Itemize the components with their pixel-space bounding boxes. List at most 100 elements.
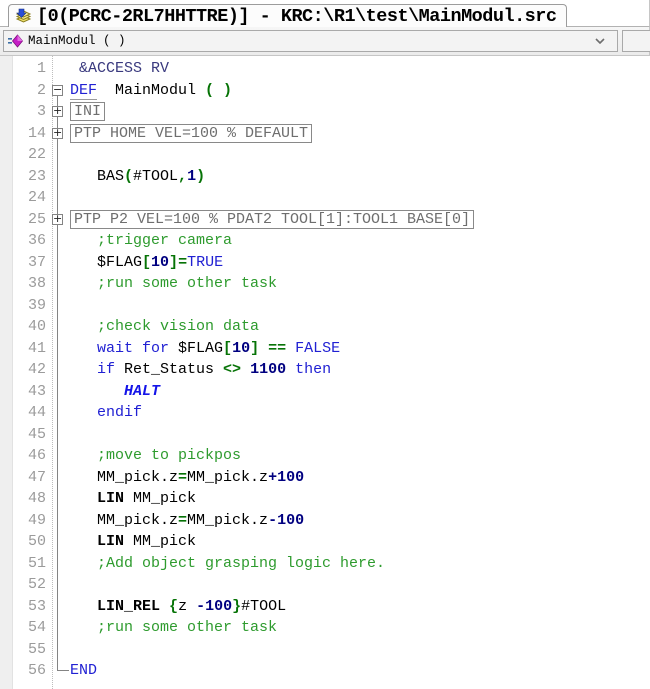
chevron-down-icon[interactable]: [595, 38, 605, 44]
line-number: 54: [27, 619, 46, 636]
code-line[interactable]: 24: [0, 187, 650, 209]
collapsed-fold-text[interactable]: PTP HOME VEL=100 % DEFAULT: [70, 123, 313, 143]
code-text: &ACCESS RV: [70, 60, 170, 77]
line-number: 22: [27, 146, 46, 163]
code-line[interactable]: 46 ;move to pickpos: [0, 445, 650, 467]
fold-margin-cell: [51, 595, 70, 617]
fold-margin-cell: [51, 402, 70, 424]
code-line[interactable]: 14 + PTP HOME VEL=100 % DEFAULT: [0, 122, 650, 144]
file-tab[interactable]: [0(PCRC-2RL7HHTTRE)] - KRC:\R1\test\Main…: [8, 4, 567, 27]
fold-expand-icon[interactable]: +: [52, 213, 63, 225]
code-line[interactable]: 54 ;run some other task: [0, 617, 650, 639]
code-line[interactable]: 48 LIN MM_pick: [0, 488, 650, 510]
code-line[interactable]: 44 endif: [0, 402, 650, 424]
line-number: 23: [27, 167, 46, 185]
line-number: 37: [27, 253, 46, 271]
fold-margin-cell: [51, 359, 70, 381]
code-text: LIN MM_pick: [97, 533, 197, 550]
line-number: 46: [27, 447, 46, 464]
line-number: 51: [27, 554, 46, 572]
code-text: PTP P2 VEL=100 % PDAT2 TOOL[1]:TOOL1 BAS…: [70, 209, 650, 231]
code-text: LIN MM_pick: [97, 490, 197, 507]
code-text: ;check vision data: [70, 318, 260, 335]
code-line[interactable]: 49 MM_pick.z=MM_pick.z-100: [0, 509, 650, 531]
code-line[interactable]: 23 BAS(#TOOL,1): [0, 165, 650, 187]
code-text: HALT: [124, 382, 161, 400]
code-line[interactable]: 53 LIN_REL {z -100}#TOOL: [0, 595, 650, 617]
code-text: wait for $FLAG[10] == FALSE: [70, 339, 341, 357]
fold-margin-cell: +: [51, 208, 70, 230]
code-text: BAS(#TOOL,1): [70, 167, 206, 185]
code-line[interactable]: 45: [0, 423, 650, 445]
line-number: 49: [27, 511, 46, 529]
code-line[interactable]: 1 &ACCESS RV: [0, 58, 650, 80]
code-line[interactable]: 51 ;Add object grasping logic here.: [0, 552, 650, 574]
line-number: 52: [27, 576, 46, 593]
code-text: INI: [70, 101, 650, 123]
fold-margin-cell: +: [51, 101, 70, 123]
collapsed-fold-text[interactable]: PTP P2 VEL=100 % PDAT2 TOOL[1]:TOOL1 BAS…: [70, 209, 475, 229]
fold-margin-cell: [51, 423, 70, 445]
tab-strip: [0(PCRC-2RL7HHTTRE)] - KRC:\R1\test\Main…: [0, 0, 650, 27]
line-number: 39: [27, 296, 46, 314]
code-line[interactable]: 55: [0, 638, 650, 661]
code-line[interactable]: 2− DEF MainModul ( ): [0, 80, 650, 101]
line-number: 48: [27, 490, 46, 507]
code-text: endif: [70, 404, 143, 421]
src-file-icon: [15, 8, 32, 25]
code-text: LIN_REL {z -100}#TOOL: [97, 597, 287, 615]
secondary-dropdown[interactable]: [622, 30, 650, 52]
line-number: 25: [27, 210, 46, 228]
line-number: 24: [27, 189, 46, 206]
fold-margin-cell: [51, 187, 70, 209]
fold-margin-cell: [51, 660, 70, 682]
code-line[interactable]: 3 + INI: [0, 101, 650, 123]
code-text: END: [70, 662, 98, 679]
code-line[interactable]: 47 MM_pick.z=MM_pick.z+100: [0, 466, 650, 488]
procedure-dropdown[interactable]: MainModul ( ): [3, 30, 618, 52]
code-line[interactable]: 38 ;run some other task: [0, 273, 650, 295]
fold-margin-cell: [51, 58, 70, 80]
fold-margin-cell: [51, 617, 70, 639]
code-line[interactable]: 50 LIN MM_pick: [0, 531, 650, 553]
fold-margin-cell: [51, 251, 70, 273]
code-line[interactable]: 22: [0, 144, 650, 166]
code-lines: 1 &ACCESS RV 2− DEF MainModul ( ) 3 + INI 14 + P…: [0, 56, 650, 682]
code-line[interactable]: 56 END: [0, 660, 650, 682]
collapsed-fold-text[interactable]: INI: [70, 102, 106, 121]
code-line[interactable]: 39: [0, 294, 650, 316]
code-text: ;trigger camera: [70, 232, 233, 249]
line-number: 2: [36, 81, 46, 99]
code-text: ;Add object grasping logic here.: [70, 554, 386, 572]
fold-margin-cell: [51, 638, 70, 660]
fold-margin-cell: [51, 144, 70, 166]
code-line[interactable]: 37 $FLAG[10]=TRUE: [0, 251, 650, 273]
fold-margin-cell: [51, 316, 70, 338]
code-line[interactable]: 40 ;check vision data: [0, 316, 650, 338]
code-line[interactable]: 52: [0, 574, 650, 596]
line-number: 1: [36, 60, 46, 77]
fold-margin-cell: [51, 445, 70, 467]
code-line[interactable]: 25 + PTP P2 VEL=100 % PDAT2 TOOL[1]:TOOL1 …: [0, 208, 650, 231]
fold-margin-cell: [51, 552, 70, 574]
fold-margin-cell: −: [51, 80, 70, 101]
code-text: ;run some other task: [70, 275, 278, 292]
fold-margin-cell: [51, 380, 70, 402]
fold-collapse-icon[interactable]: −: [52, 84, 63, 96]
editor-window: [0(PCRC-2RL7HHTTRE)] - KRC:\R1\test\Main…: [0, 0, 650, 689]
code-text: ;move to pickpos: [70, 447, 242, 464]
code-line[interactable]: 36 ;trigger camera: [0, 230, 650, 252]
code-line[interactable]: 41 wait for $FLAG[10] == FALSE: [0, 337, 650, 359]
code-editor[interactable]: 1 &ACCESS RV 2− DEF MainModul ( ) 3 + INI 14 + P…: [0, 56, 650, 689]
selector-bar: MainModul ( ): [0, 27, 650, 56]
code-line[interactable]: 42 if Ret_Status <> 1100 then: [0, 359, 650, 381]
line-number: 14: [27, 124, 46, 142]
fold-margin-cell: [51, 509, 70, 531]
fold-expand-icon[interactable]: +: [52, 127, 63, 139]
code-line[interactable]: 43 HALT: [0, 380, 650, 402]
fold-expand-icon[interactable]: +: [52, 105, 63, 117]
line-number: 56: [27, 662, 46, 679]
